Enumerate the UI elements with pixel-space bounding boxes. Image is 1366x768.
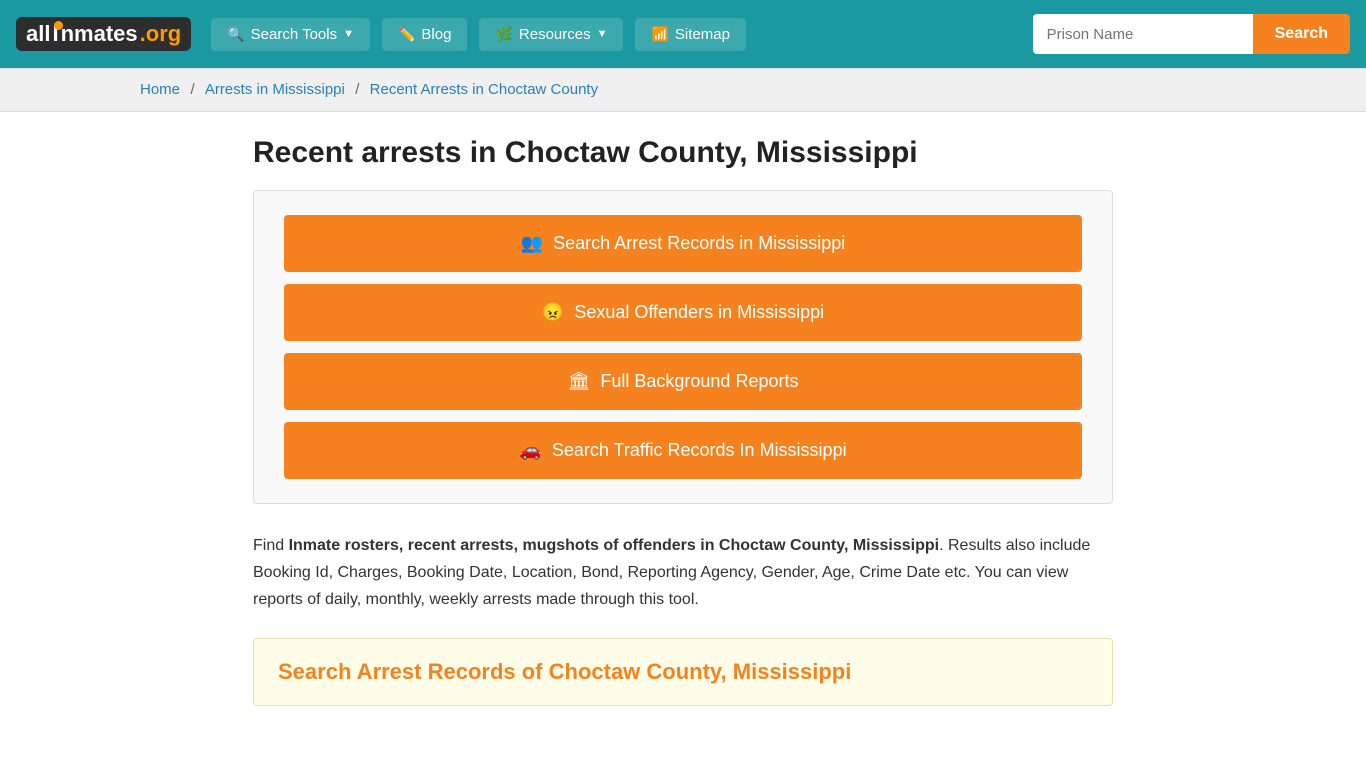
nav-search-tools[interactable]: Search Tools ▼ <box>211 18 370 51</box>
background-reports-button[interactable]: 🏛 Full Background Reports <box>284 353 1082 410</box>
search-tools-arrow: ▼ <box>343 28 354 40</box>
logo-text-org: .org <box>140 21 182 47</box>
breadcrumb-sep-2: / <box>355 81 363 98</box>
sexual-offenders-label: Sexual Offenders in Mississippi <box>574 302 824 323</box>
people-icon: 👥 <box>521 233 543 254</box>
traffic-records-label: Search Traffic Records In Mississippi <box>552 440 847 461</box>
action-button-box: 👥 Search Arrest Records in Mississippi 😠… <box>253 190 1113 504</box>
prison-search-button[interactable]: Search <box>1253 14 1350 54</box>
breadcrumb-current: Recent Arrests in Choctaw County <box>370 81 598 98</box>
page-title: Recent arrests in Choctaw County, Missis… <box>253 136 1113 170</box>
prison-search-input[interactable] <box>1033 14 1253 54</box>
breadcrumb: Home / Arrests in Mississippi / Recent A… <box>0 68 1366 112</box>
building-icon: 🏛 <box>568 371 591 392</box>
breadcrumb-arrests-ms[interactable]: Arrests in Mississippi <box>205 81 345 98</box>
blog-icon <box>398 26 415 43</box>
section-title: Search Arrest Records of Choctaw County,… <box>278 659 1088 685</box>
description-text: Find Inmate rosters, recent arrests, mug… <box>253 532 1113 614</box>
traffic-records-button[interactable]: 🚗 Search Traffic Records In Mississippi <box>284 422 1082 479</box>
nav-blog[interactable]: Blog <box>382 18 467 51</box>
resources-arrow: ▼ <box>597 28 608 40</box>
car-icon: 🚗 <box>519 440 541 461</box>
site-header: all I nmates.org Search Tools ▼ Blog Res… <box>0 0 1366 68</box>
logo-text-all: all <box>26 21 50 47</box>
sitemap-icon <box>651 26 668 43</box>
search-records-section: Search Arrest Records of Choctaw County,… <box>253 638 1113 706</box>
breadcrumb-home[interactable]: Home <box>140 81 180 98</box>
background-reports-label: Full Background Reports <box>600 371 798 392</box>
logo-text-i: I <box>52 21 58 47</box>
description-intro: Find <box>253 537 289 554</box>
nav-resources[interactable]: Resources ▼ <box>479 18 623 51</box>
logo-text-nmates: nmates <box>61 21 138 47</box>
search-arrests-button[interactable]: 👥 Search Arrest Records in Mississippi <box>284 215 1082 272</box>
search-tools-icon <box>227 26 244 43</box>
description-bold: Inmate rosters, recent arrests, mugshots… <box>289 537 940 554</box>
site-logo[interactable]: all I nmates.org <box>16 17 191 51</box>
header-search: Search <box>1033 14 1350 54</box>
search-arrests-label: Search Arrest Records in Mississippi <box>553 233 845 254</box>
main-content: Recent arrests in Choctaw County, Missis… <box>233 112 1133 730</box>
face-icon: 😠 <box>542 302 564 323</box>
nav-sitemap[interactable]: Sitemap <box>635 18 745 51</box>
breadcrumb-sep-1: / <box>190 81 198 98</box>
sexual-offenders-button[interactable]: 😠 Sexual Offenders in Mississippi <box>284 284 1082 341</box>
resources-icon <box>495 26 512 43</box>
